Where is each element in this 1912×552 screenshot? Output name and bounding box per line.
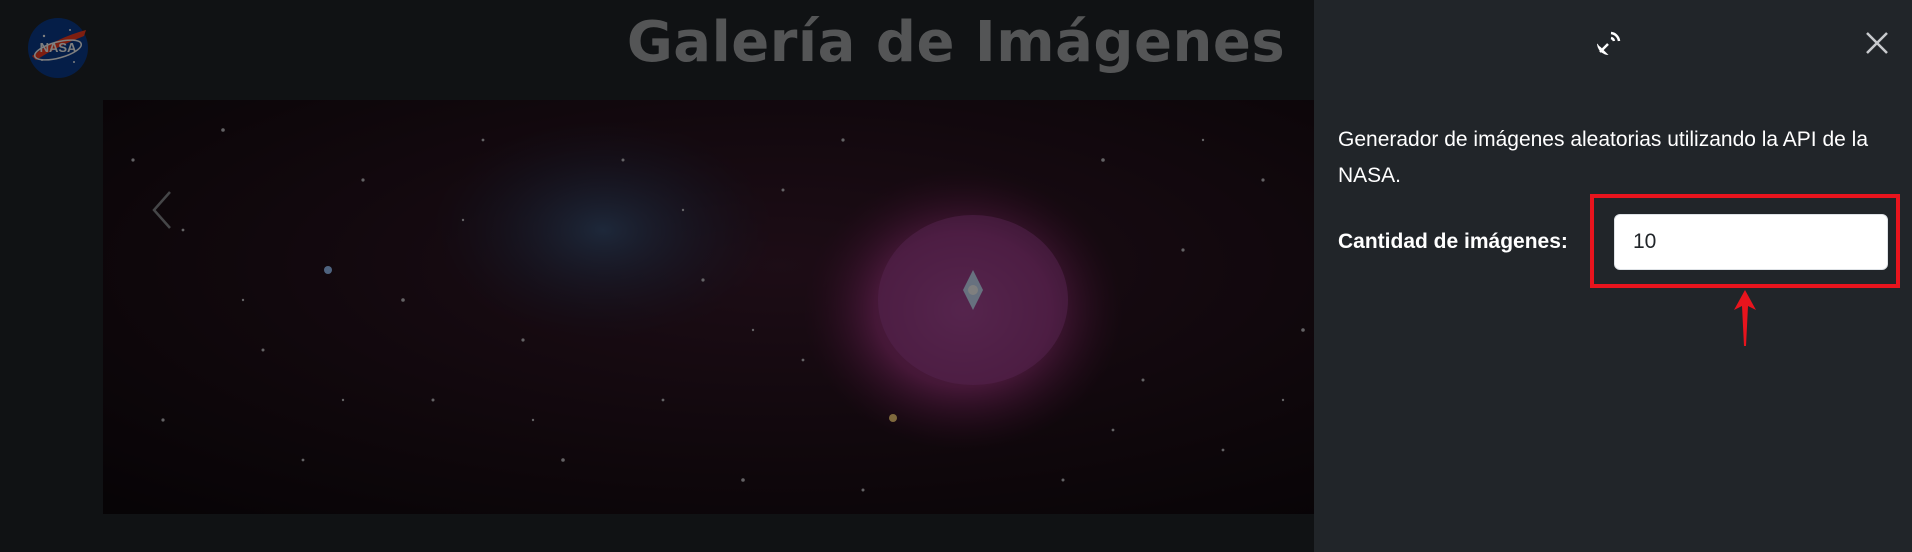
offcanvas-description: Generador de imágenes aleatorias utiliza…: [1338, 128, 1869, 187]
offcanvas-header: [1314, 0, 1912, 86]
close-button[interactable]: [1862, 28, 1892, 58]
offcanvas-panel: Generador de imágenes aleatorias utiliza…: [1314, 0, 1912, 552]
close-icon: [1866, 32, 1888, 54]
quantity-input[interactable]: [1614, 214, 1888, 270]
quantity-label: Cantidad de imágenes:: [1338, 230, 1568, 253]
satellite-dish-icon: [1594, 28, 1624, 58]
